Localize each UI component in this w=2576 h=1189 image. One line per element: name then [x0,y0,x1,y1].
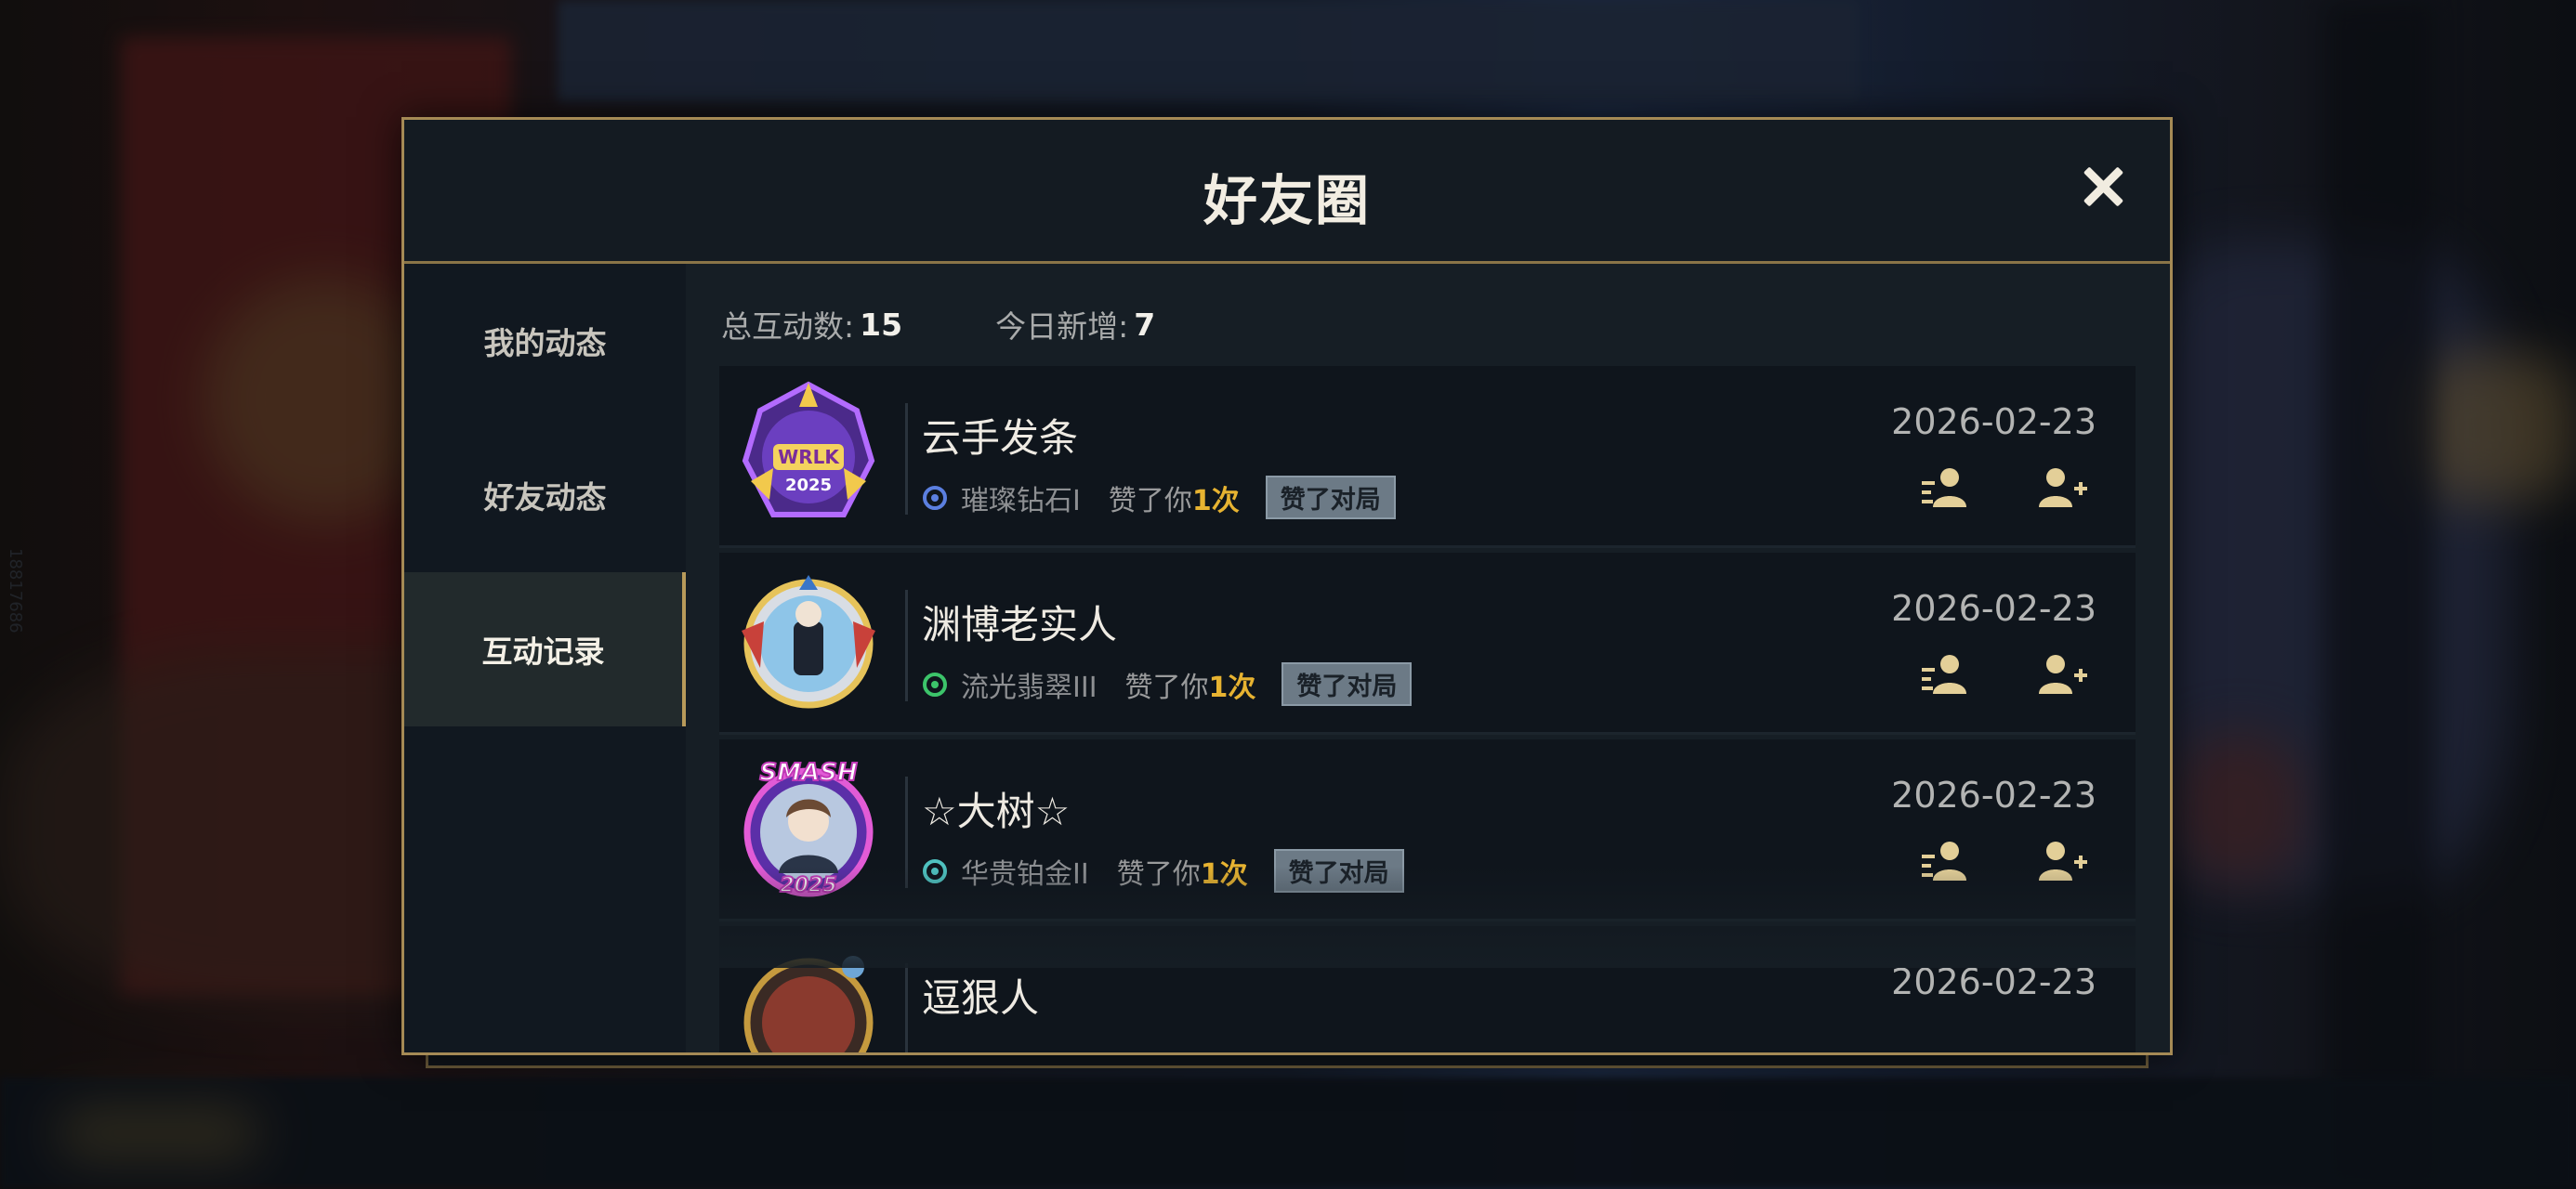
profile-list-icon[interactable] [1918,836,1974,888]
list-item[interactable]: 逗狠人 2026-02-23 [719,926,2136,1052]
records-panel: 总互动数: 15 今日新增: 7 WRLK 2025 云手发条 璀璨钻石I 赞了… [686,264,2170,1052]
stats-bar: 总互动数: 15 今日新增: 7 [721,301,1155,347]
frame-avatar-icon[interactable] [732,566,885,718]
rank-line: 华贵铂金II 赞了你 1次 赞了对局 [922,849,1404,893]
list-item[interactable]: WRLK 2025 云手发条 璀璨钻石I 赞了你 1次 赞了对局 2026-02-… [719,366,2136,548]
svg-text:WRLK: WRLK [778,446,840,468]
like-count: 1次 [1191,484,1240,517]
dialog-title: 好友圈 [1203,169,1371,232]
action-tag: 赞了对局 [1273,849,1404,893]
wrlk-2025-frame-avatar-icon[interactable]: WRLK 2025 [732,379,885,531]
profile-list-icon[interactable] [1918,463,1974,515]
today-new-label: 今日新增: [995,308,1129,345]
record-date: 2026-02-23 [1891,401,2096,442]
player-name: 云手发条 [922,415,1079,461]
svg-text:SMASH: SMASH [759,759,857,787]
add-friend-icon[interactable] [2033,649,2089,701]
today-new-value: 7 [1134,306,1156,343]
rank-label: 华贵铂金II [961,857,1089,891]
record-date: 2026-02-23 [1891,775,2096,816]
total-interactions-label: 总互动数: [721,308,855,345]
tab-interaction-records[interactable]: 互动记录 [404,572,686,726]
smash-2025-frame-avatar-icon[interactable]: SMASH 2025 [732,752,885,905]
tab-friend-posts[interactable]: 好友动态 [404,418,686,572]
add-friend-icon[interactable] [2033,463,2089,515]
action-text: 赞了你 [1116,857,1201,891]
action-text: 赞了你 [1108,484,1192,517]
rank-emerald-icon [923,672,947,697]
profile-list-icon[interactable] [1918,649,1974,701]
action-tag: 赞了对局 [1281,662,1413,706]
player-name: 渊博老实人 [922,602,1118,647]
action-text: 赞了你 [1124,671,1209,704]
list-item[interactable]: SMASH 2025 ☆大树☆ 华贵铂金II 赞了你 1次 赞了对局 2026-0… [719,739,2136,921]
friend-circle-dialog: 好友圈 我的动态 好友动态 互动记录 总互动数: 15 今日新增: 7 WRLK… [401,117,2173,1055]
like-count: 1次 [1208,671,1256,704]
player-name: ☆大树☆ [922,789,1071,834]
rank-line: 璀璨钻石I 赞了你 1次 赞了对局 [922,476,1396,519]
close-icon[interactable] [2077,161,2129,213]
like-count: 1次 [1200,857,1248,891]
dialog-bottom-edge [426,1055,2149,1068]
list-item[interactable]: 渊博老实人 流光翡翠III 赞了你 1次 赞了对局 2026-02-23 [719,553,2136,735]
rank-diamond-icon [923,485,947,510]
rank-platinum-icon [923,858,947,883]
frame-avatar-icon[interactable] [732,939,885,1052]
rank-label: 璀璨钻石I [961,484,1081,517]
sidebar: 我的动态 好友动态 互动记录 [404,264,686,1052]
add-friend-icon[interactable] [2033,836,2089,888]
rank-line: 流光翡翠III 赞了你 1次 赞了对局 [922,662,1413,706]
svg-text:2025: 2025 [785,476,832,495]
dialog-header: 好友圈 [404,120,2170,264]
rank-label: 流光翡翠III [961,671,1097,704]
record-date: 2026-02-23 [1891,588,2096,629]
record-date: 2026-02-23 [1891,961,2096,1002]
svg-text:2025: 2025 [780,874,836,897]
tab-my-posts[interactable]: 我的动态 [404,264,686,418]
player-name: 逗狠人 [922,975,1040,1021]
total-interactions-value: 15 [860,306,903,343]
action-tag: 赞了对局 [1265,476,1396,519]
